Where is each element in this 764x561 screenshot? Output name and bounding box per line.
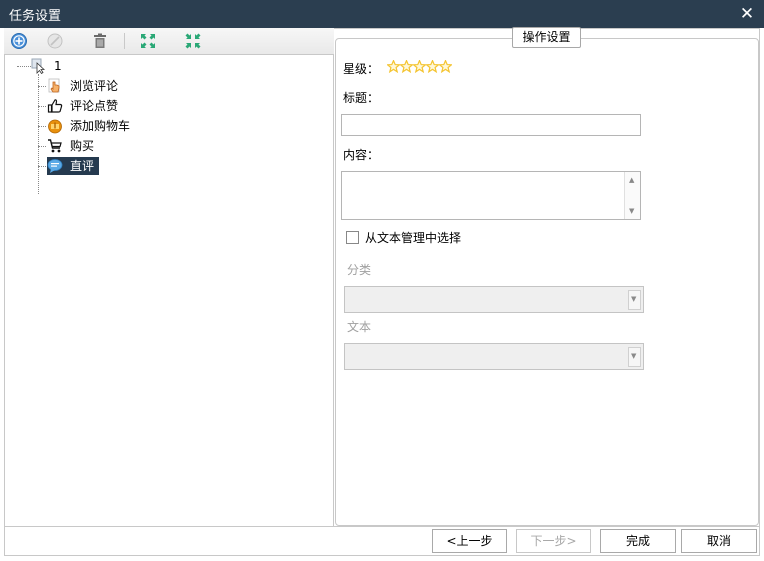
toolbar-separator (124, 33, 125, 49)
category-label: 分类 (347, 263, 372, 277)
text-select[interactable]: ▼ (344, 343, 644, 370)
star-icon[interactable] (426, 60, 439, 73)
finish-button[interactable]: 完成 (600, 529, 676, 553)
tree-item-label: 浏览评论 (70, 79, 119, 93)
tree-item-direct-review[interactable]: 直评 (47, 157, 100, 175)
category-select[interactable]: ▼ (344, 286, 644, 313)
tree-item-like-comment[interactable]: 评论点赞 (47, 97, 120, 115)
hand-pointer-icon (47, 78, 63, 94)
speech-bubble-icon (47, 158, 63, 174)
left-pane: 1 浏览评论 评论点赞 添加购物车 购买 直评 (4, 28, 334, 526)
shopping-cart-icon (47, 138, 63, 154)
tree-connector (38, 74, 39, 194)
tree-connector (38, 86, 46, 87)
tree-item-purchase[interactable]: 购买 (47, 137, 96, 155)
text-management-checkbox[interactable] (346, 231, 359, 244)
text-management-label: 从文本管理中选择 (365, 231, 462, 245)
cancel-button[interactable]: 取消 (681, 529, 757, 553)
cart-add-icon (47, 118, 63, 134)
settings-panel (335, 38, 759, 526)
star-rating[interactable] (387, 60, 452, 73)
tree-toolbar (4, 28, 334, 55)
prev-step-button[interactable]: <上一步 (432, 529, 507, 553)
next-step-button[interactable]: 下一步> (516, 529, 591, 553)
cursor-icon (31, 58, 47, 75)
chevron-down-icon: ▼ (631, 295, 637, 303)
tree-connector (38, 126, 46, 127)
close-button[interactable]: ✕ (736, 3, 758, 25)
text-label: 文本 (347, 320, 372, 334)
content-label: 内容： (343, 148, 380, 162)
star-icon[interactable] (439, 60, 452, 73)
title-bar: 任务设置 ✕ (0, 0, 764, 28)
chevron-down-icon: ▼ (631, 352, 637, 360)
text-dropdown-button[interactable]: ▼ (628, 347, 641, 367)
content-textarea[interactable]: ▲ ▼ (341, 171, 641, 220)
thumbs-up-icon (47, 98, 63, 114)
scroll-up-icon[interactable]: ▲ (629, 176, 634, 184)
tree-root-label: 1 (54, 59, 62, 73)
remove-icon[interactable] (46, 32, 64, 50)
collapse-all-icon[interactable] (184, 32, 202, 50)
window-title: 任务设置 (9, 9, 62, 24)
tree-item-label: 评论点赞 (70, 99, 119, 113)
content-scrollbar[interactable]: ▲ ▼ (624, 172, 640, 219)
text-management-option[interactable]: 从文本管理中选择 (346, 229, 461, 246)
tree-item-add-to-cart[interactable]: 添加购物车 (47, 117, 132, 135)
star-icon[interactable] (400, 60, 413, 73)
tree-item-label: 添加购物车 (70, 119, 131, 133)
star-icon[interactable] (413, 60, 426, 73)
scroll-down-icon[interactable]: ▼ (629, 207, 634, 215)
tree-connector (38, 106, 46, 107)
expand-all-icon[interactable] (139, 32, 157, 50)
add-icon[interactable] (10, 32, 28, 50)
star-icon[interactable] (387, 60, 400, 73)
tree-connector (38, 146, 46, 147)
rating-label: 星级： (343, 62, 380, 76)
tree-item-label: 购买 (70, 139, 95, 153)
tree-item-label: 直评 (70, 159, 95, 173)
tree-root-node[interactable]: 1 (31, 57, 64, 75)
settings-group-title: 操作设置 (512, 27, 581, 48)
category-dropdown-button[interactable]: ▼ (628, 290, 641, 310)
tree-connector (17, 66, 31, 67)
task-tree: 1 浏览评论 评论点赞 添加购物车 购买 直评 (4, 56, 334, 526)
delete-icon[interactable] (91, 32, 109, 50)
tree-connector (38, 166, 46, 167)
tree-item-browse-comments[interactable]: 浏览评论 (47, 77, 120, 95)
title-label: 标题： (343, 91, 380, 105)
title-input[interactable] (341, 114, 641, 136)
